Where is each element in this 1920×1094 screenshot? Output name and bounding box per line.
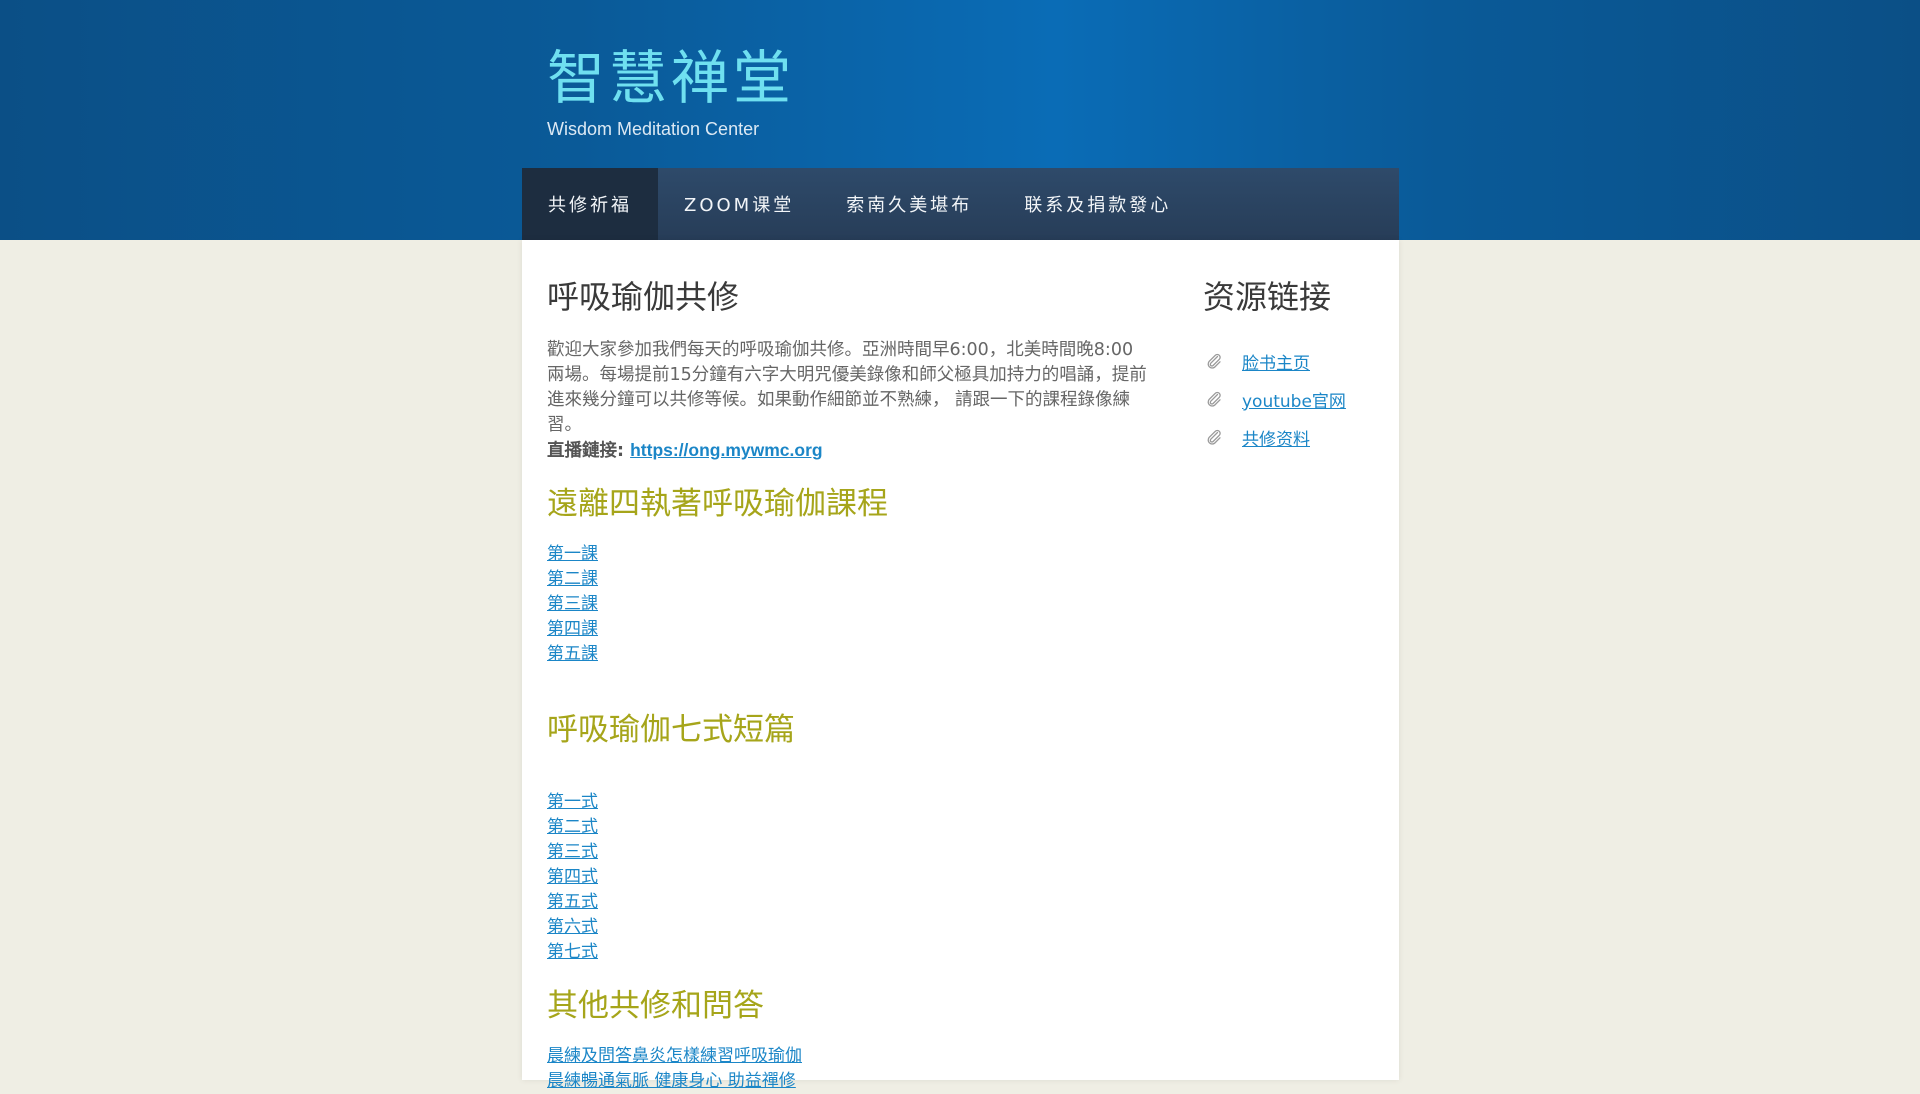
- nav-item-gongxiu[interactable]: 共修祈福: [522, 168, 658, 240]
- form-link-7[interactable]: 第七式: [547, 942, 598, 962]
- section-title-seven-forms: 呼吸瑜伽七式短篇: [547, 712, 795, 748]
- paperclip-icon: [1203, 428, 1225, 446]
- form-link-3[interactable]: 第三式: [547, 842, 598, 862]
- form-link-5[interactable]: 第五式: [547, 892, 598, 912]
- resource-link-materials[interactable]: 共修资料: [1242, 425, 1310, 450]
- nav-item-khenpo[interactable]: 索南久美堪布: [820, 168, 998, 240]
- page-container: 智慧禅堂 Wisdom Meditation Center 共修祈福 ZOOM课…: [522, 0, 1399, 1091]
- lesson-link-4[interactable]: 第四課: [547, 619, 598, 639]
- resource-link-youtube[interactable]: youtube官网: [1242, 387, 1346, 412]
- lesson-link-5[interactable]: 第五課: [547, 644, 598, 664]
- other-link-1[interactable]: 晨練及問答鼻炎怎樣練習呼吸瑜伽: [547, 1046, 802, 1066]
- course-lesson-list: 第一課 第二課 第三課 第四課 第五課: [547, 542, 598, 667]
- content-area: 呼吸瑜伽共修 歡迎大家參加我們每天的呼吸瑜伽共修。亞洲時間早6:00，北美時間晚…: [522, 240, 1399, 1091]
- lesson-link-2[interactable]: 第二課: [547, 569, 598, 589]
- form-link-1[interactable]: 第一式: [547, 792, 598, 812]
- lesson-link-1[interactable]: 第一課: [547, 544, 598, 564]
- other-link-2[interactable]: 晨練暢通氣脈 健康身心 助益禪修: [547, 1071, 796, 1091]
- section-title-other: 其他共修和問答: [547, 988, 764, 1024]
- live-link-row: 直播鏈接: https://ong.mywmc.org: [547, 438, 823, 464]
- nav-item-zoom[interactable]: ZOOM课堂: [658, 168, 820, 240]
- live-link-label: 直播鏈接:: [547, 441, 624, 461]
- paperclip-icon: [1203, 390, 1225, 408]
- main-nav: 共修祈福 ZOOM课堂 索南久美堪布 联系及捐款發心: [522, 168, 1399, 240]
- resource-link-facebook[interactable]: 脸书主页: [1242, 349, 1310, 374]
- site-title[interactable]: 智慧禅堂: [547, 40, 795, 116]
- post-intro: 歡迎大家參加我們每天的呼吸瑜伽共修。亞洲時間早6:00，北美時間晚8:00兩場。…: [547, 340, 1147, 435]
- sidebar-title: 资源链接: [1203, 278, 1332, 316]
- site-tagline: Wisdom Meditation Center: [547, 119, 760, 139]
- seven-forms-list: 第一式 第二式 第三式 第四式 第五式 第六式 第七式: [547, 790, 598, 965]
- form-link-4[interactable]: 第四式: [547, 867, 598, 887]
- lesson-link-3[interactable]: 第三課: [547, 594, 598, 614]
- form-link-2[interactable]: 第二式: [547, 817, 598, 837]
- post-title: 呼吸瑜伽共修: [547, 278, 740, 316]
- form-link-6[interactable]: 第六式: [547, 917, 598, 937]
- other-practice-list: 晨練及問答鼻炎怎樣練習呼吸瑜伽 晨練暢通氣脈 健康身心 助益禪修: [547, 1044, 802, 1094]
- live-link[interactable]: https://ong.mywmc.org: [630, 440, 823, 460]
- nav-item-contact[interactable]: 联系及捐款發心: [998, 168, 1197, 240]
- resource-link-list: 脸书主页 youtube官网 共修资料: [1203, 342, 1346, 456]
- paperclip-icon: [1203, 352, 1225, 370]
- section-title-course: 遠離四執著呼吸瑜伽課程: [547, 486, 888, 522]
